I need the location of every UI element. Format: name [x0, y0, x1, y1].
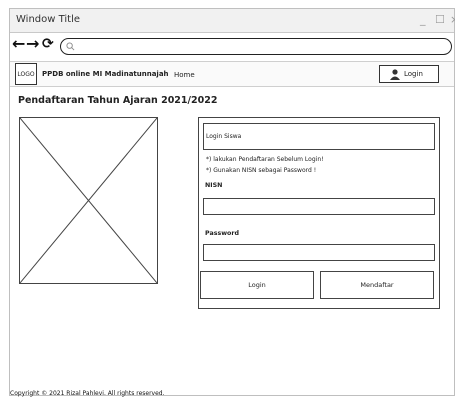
nisn-input[interactable] — [203, 198, 435, 215]
brand-name: PPDB online MI Madinatunnajah — [42, 70, 169, 78]
minimize-icon[interactable]: _ — [420, 13, 426, 26]
browser-window: Window Title _ ☐ × ← → ⟳ LOGO PPDB onlin… — [9, 8, 455, 396]
reload-icon[interactable]: ⟳ — [42, 36, 54, 52]
header-login-button[interactable]: Login — [379, 65, 439, 83]
password-label: Password — [205, 230, 239, 237]
app-header: LOGO PPDB online MI Madinatunnajah Home … — [10, 61, 454, 87]
search-icon — [66, 42, 75, 51]
close-icon[interactable]: × — [450, 13, 455, 26]
note-nisn-password: *) Gunakan NISN sebagai Password ! — [206, 167, 317, 174]
register-button[interactable]: Mendaftar — [320, 271, 434, 299]
back-arrow-icon[interactable]: ← — [12, 36, 25, 52]
image-placeholder — [19, 117, 158, 284]
page-heading: Pendaftaran Tahun Ajaran 2021/2022 — [18, 95, 218, 106]
user-icon — [390, 69, 400, 80]
nav-link-home[interactable]: Home — [174, 71, 195, 79]
login-form: Login Siswa *) lakukan Pendaftaran Sebel… — [198, 117, 440, 309]
title-bar: Window Title _ ☐ × — [10, 9, 455, 33]
nisn-label: NISN — [205, 182, 223, 189]
address-bar[interactable] — [60, 38, 452, 55]
form-title: Login Siswa — [206, 133, 242, 140]
window-title: Window Title — [16, 14, 81, 25]
header-login-label: Login — [404, 70, 423, 78]
form-title-box: Login Siswa — [203, 123, 435, 150]
forward-arrow-icon[interactable]: → — [26, 36, 39, 52]
logo: LOGO — [15, 63, 37, 85]
password-input[interactable] — [203, 244, 435, 261]
maximize-icon[interactable]: ☐ — [435, 13, 445, 26]
browser-nav-bar: ← → ⟳ — [10, 34, 454, 58]
note-register-first: *) lakukan Pendaftaran Sebelum Login! — [206, 156, 324, 163]
copyright-footer: Copyright © 2021 Rizal Pahlevi. All righ… — [10, 390, 165, 397]
image-placeholder-cross — [20, 118, 157, 283]
login-button[interactable]: Login — [200, 271, 314, 299]
